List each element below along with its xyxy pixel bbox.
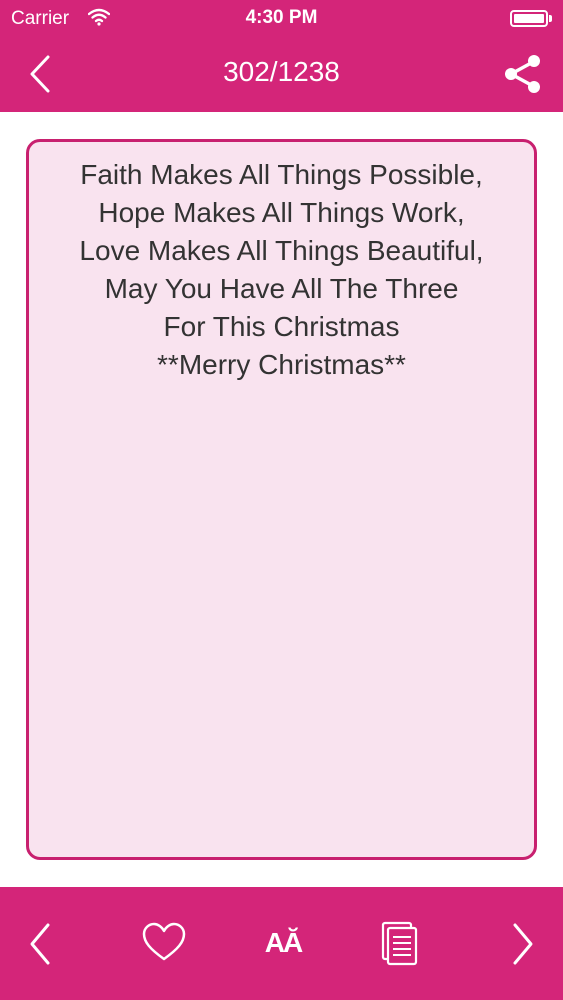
next-button[interactable] [505,919,541,969]
battery-tip [549,15,552,22]
status-bar: Carrier 4:30 PM [0,0,563,36]
app-root: Carrier 4:30 PM 302/1238 Faith Makes All… [0,0,563,1000]
nav-bar: 302/1238 [0,36,563,112]
share-icon [505,55,540,93]
heart-icon [142,922,186,961]
message-line: Faith Makes All Things Possible, [80,159,483,190]
favorite-button[interactable] [140,919,188,969]
font-size-button[interactable]: AĂ [258,919,308,969]
copy-button[interactable] [376,919,422,969]
message-line: **Merry Christmas** [157,349,406,380]
page-counter-title: 302/1238 [223,56,340,87]
battery-level [514,14,544,23]
message-line: Hope Makes All Things Work, [98,197,465,228]
chevron-left-icon [30,923,50,965]
copy-icon [381,921,418,966]
font-size-label: AĂ [264,927,303,958]
status-time: 4:30 PM [245,7,318,28]
chevron-right-icon [513,923,533,965]
message-line: For This Christmas [163,311,400,342]
header: Carrier 4:30 PM 302/1238 [0,0,563,112]
battery-icon [510,10,548,27]
share-button[interactable] [500,54,546,94]
bottom-toolbar: AĂ [0,887,563,1000]
previous-button[interactable] [22,919,58,969]
message-line: May You Have All The Three [104,273,459,304]
message-line: Love Makes All Things Beautiful, [79,235,484,266]
message-card: Faith Makes All Things Possible, Hope Ma… [26,139,537,860]
